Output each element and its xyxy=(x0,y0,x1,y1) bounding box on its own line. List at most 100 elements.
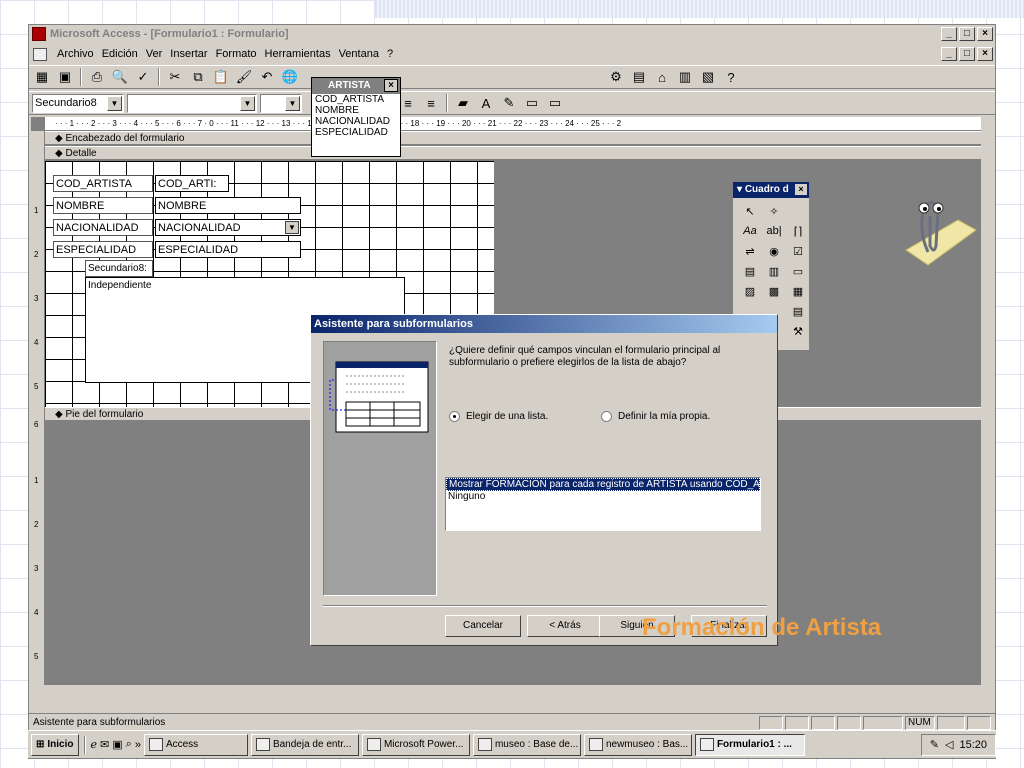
checkbox-icon[interactable]: ☑ xyxy=(787,242,809,260)
title-bar[interactable]: Microsoft Access - [Formulario1 : Formul… xyxy=(29,25,995,43)
font-color-icon[interactable]: A xyxy=(476,94,496,112)
save-icon[interactable]: ▣ xyxy=(55,68,75,86)
code-icon[interactable]: ⚙ xyxy=(606,68,626,86)
select-objects-icon[interactable]: ↖ xyxy=(739,202,761,220)
menu-ventana[interactable]: Ventana xyxy=(339,48,379,60)
database-window-icon[interactable]: ▥ xyxy=(675,68,695,86)
line-width-icon[interactable]: ▭ xyxy=(522,94,542,112)
fill-color-icon[interactable]: ▰ xyxy=(453,94,473,112)
textbox-tool-icon[interactable]: ab| xyxy=(763,222,785,240)
label-subform[interactable]: Secundario8: xyxy=(85,260,153,277)
doc-minimize-button[interactable]: _ xyxy=(941,47,957,61)
close-icon[interactable]: × xyxy=(384,79,398,92)
close-button[interactable]: × xyxy=(977,27,993,41)
wizard-title[interactable]: Asistente para subformularios xyxy=(311,315,777,333)
font-combo[interactable]: ▼ xyxy=(127,93,257,113)
help-icon[interactable]: ? xyxy=(721,68,741,86)
line-color-icon[interactable]: ✎ xyxy=(499,94,519,112)
menu-archivo[interactable]: Archivo xyxy=(57,48,94,60)
menu-edicion[interactable]: Edición xyxy=(102,48,138,60)
task-museo[interactable]: museo : Base de... xyxy=(472,733,581,756)
radio-dot[interactable] xyxy=(601,411,612,422)
menu-insertar[interactable]: Insertar xyxy=(170,48,207,60)
task-access[interactable]: Access xyxy=(143,733,248,756)
wizard-icon[interactable]: ✧ xyxy=(763,202,785,220)
minimize-button[interactable]: _ xyxy=(941,27,957,41)
search-icon[interactable]: ⌕ xyxy=(126,738,132,751)
start-button[interactable]: ⊞ Inicio xyxy=(31,733,79,756)
menu-herramientas[interactable]: Herramientas xyxy=(265,48,331,60)
cancel-button[interactable]: Cancelar xyxy=(445,615,521,637)
section-detail-bar[interactable]: ◆ Detalle xyxy=(45,146,981,160)
office-assistant-clippy[interactable] xyxy=(888,190,978,270)
more-controls-icon[interactable]: ⚒ xyxy=(787,322,809,340)
preview-icon[interactable]: 🔍 xyxy=(110,68,130,86)
toggle-icon[interactable]: ⇌ xyxy=(739,242,761,260)
task-newmuseo[interactable]: newmuseo : Bas... xyxy=(583,733,692,756)
combo-tool-icon[interactable]: ▤ xyxy=(739,262,761,280)
doc-close-button[interactable]: × xyxy=(977,47,993,61)
unbound-object-icon[interactable]: ▩ xyxy=(763,282,785,300)
label-nacionalidad[interactable]: NACIONALIDAD xyxy=(53,219,153,236)
spelling-icon[interactable]: ✓ xyxy=(133,68,153,86)
chevron-down-icon[interactable]: ▼ xyxy=(285,95,300,111)
option-group-icon[interactable]: ⌈⌉ xyxy=(787,222,809,240)
command-button-icon[interactable]: ▭ xyxy=(787,262,809,280)
field-item[interactable]: NACIONALIDAD xyxy=(312,116,400,127)
properties-icon[interactable]: ▤ xyxy=(629,68,649,86)
textbox-cod-artista[interactable]: COD_ARTI: xyxy=(155,175,229,192)
object-combo[interactable]: Secundario8 ▼ xyxy=(32,93,124,113)
close-icon[interactable]: × xyxy=(795,184,807,195)
tab-control-icon[interactable]: ▤ xyxy=(787,302,809,320)
document-icon[interactable] xyxy=(33,47,47,61)
radio-define-own[interactable]: Definir la mía propia. xyxy=(601,411,710,422)
chevron-down-icon[interactable]: ▼ xyxy=(240,95,255,111)
field-item[interactable]: NOMBRE xyxy=(312,105,400,116)
image-tool-icon[interactable]: ▨ xyxy=(739,282,761,300)
label-especialidad[interactable]: ESPECIALIDAD xyxy=(53,241,153,258)
section-header-bar[interactable]: ◆ Encabezado del formulario xyxy=(45,131,981,145)
align-right-icon[interactable]: ≡ xyxy=(421,94,441,112)
new-object-icon[interactable]: ▧ xyxy=(698,68,718,86)
copy-icon[interactable]: ⧉ xyxy=(188,68,208,86)
print-icon[interactable]: ⎙ xyxy=(87,68,107,86)
format-painter-icon[interactable]: 🖌 xyxy=(234,68,254,86)
build-icon[interactable]: ⌂ xyxy=(652,68,672,86)
option-button-icon[interactable]: ◉ xyxy=(763,242,785,260)
radio-dot[interactable] xyxy=(449,411,460,422)
label-cod-artista[interactable]: COD_ARTISTA xyxy=(53,175,153,192)
volume-icon[interactable]: ◁ xyxy=(945,738,953,751)
special-effect-icon[interactable]: ▭ xyxy=(545,94,565,112)
view-icon[interactable]: ▦ xyxy=(32,68,52,86)
combo-nacionalidad[interactable]: NACIONALIDAD ▼ xyxy=(155,219,301,236)
cut-icon[interactable]: ✂ xyxy=(165,68,185,86)
textbox-especialidad[interactable]: ESPECIALIDAD xyxy=(155,241,301,258)
textbox-nombre[interactable]: NOMBRE xyxy=(155,197,301,214)
list-tool-icon[interactable]: ▥ xyxy=(763,262,785,280)
maximize-button[interactable]: □ xyxy=(959,27,975,41)
bound-object-icon[interactable]: ▦ xyxy=(787,282,809,300)
radio-choose-from-list[interactable]: Elegir de una lista. xyxy=(449,411,548,422)
align-center-icon[interactable]: ≡ xyxy=(398,94,418,112)
chevron-down-icon[interactable]: ▼ xyxy=(107,95,122,111)
size-combo[interactable]: ▼ xyxy=(260,93,302,113)
task-inbox[interactable]: Bandeja de entr... xyxy=(250,733,359,756)
chevron-down-icon[interactable]: ▼ xyxy=(285,221,299,234)
link-options-list[interactable]: Mostrar FORMACION para cada registro de … xyxy=(445,477,761,531)
menu-ver[interactable]: Ver xyxy=(146,48,163,60)
desktop-icon[interactable]: ▣ xyxy=(112,738,122,751)
field-list-title[interactable]: ARTISTA × xyxy=(312,78,400,94)
undo-icon[interactable]: ↶ xyxy=(257,68,277,86)
field-item[interactable]: ESPECIALIDAD xyxy=(312,127,400,138)
list-item[interactable]: Ninguno xyxy=(446,491,760,502)
menu-ayuda[interactable]: ? xyxy=(387,48,393,60)
more-icon[interactable]: » xyxy=(135,739,141,751)
label-tool-icon[interactable]: Aa xyxy=(739,222,761,240)
task-powerpoint[interactable]: Microsoft Power... xyxy=(361,733,470,756)
field-list-window[interactable]: ARTISTA × COD_ARTISTA NOMBRE NACIONALIDAD… xyxy=(311,77,401,157)
outlook-icon[interactable]: ✉ xyxy=(100,738,109,751)
ie-icon[interactable]: ℯ xyxy=(91,738,98,751)
doc-maximize-button[interactable]: □ xyxy=(959,47,975,61)
toolbox-title[interactable]: ▾ Cuadro d × xyxy=(733,182,809,198)
menu-formato[interactable]: Formato xyxy=(216,48,257,60)
